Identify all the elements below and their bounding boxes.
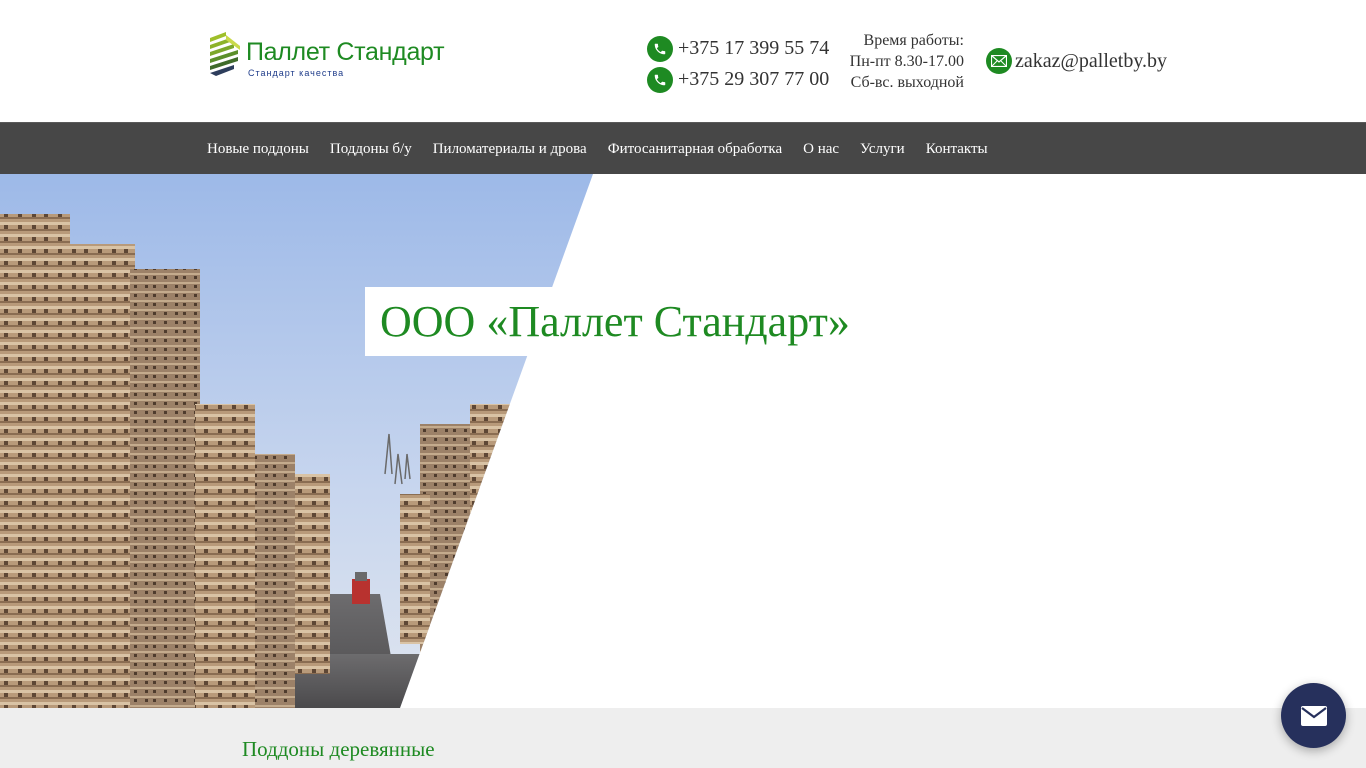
email-link[interactable]: zakaz@palletby.by	[1015, 50, 1167, 73]
phone-number[interactable]: +375 17 399 55 74	[678, 37, 829, 60]
nav-item-used-pallets[interactable]: Поддоны б/у	[330, 141, 412, 158]
contact-fab-button[interactable]	[1281, 683, 1346, 748]
phone-icon	[647, 66, 673, 93]
section-title: Поддоны деревянные	[242, 737, 435, 761]
nav-item-lumber[interactable]: Пиломатериалы и дрова	[433, 141, 587, 158]
logo[interactable]: Паллет Стандарт Стандарт качества	[208, 30, 448, 82]
phone-row[interactable]: +375 17 399 55 74	[647, 33, 829, 64]
working-hours: Время работы: Пн-пт 8.30-17.00 Сб-вс. вы…	[838, 30, 964, 93]
phone-icon	[647, 35, 673, 62]
hero-title-box: ООО «Паллет Стандарт»	[365, 287, 865, 356]
nav-item-services[interactable]: Услуги	[860, 141, 905, 158]
nav-item-about[interactable]: О нас	[803, 141, 839, 158]
nav-item-new-pallets[interactable]: Новые поддоны	[207, 141, 309, 158]
nav-item-phytosanitary[interactable]: Фитосанитарная обработка	[608, 141, 782, 158]
products-section: Поддоны деревянные	[0, 708, 1366, 768]
phone-list: +375 17 399 55 74 +375 29 307 77 00	[647, 33, 829, 95]
hero-title: ООО «Паллет Стандарт»	[380, 297, 850, 346]
main-nav: Новые поддоны Поддоны б/у Пиломатериалы …	[0, 122, 1366, 174]
nav-item-contacts[interactable]: Контакты	[926, 141, 988, 158]
hours-weekend: Сб-вс. выходной	[850, 74, 964, 91]
logo-mark-icon	[210, 32, 240, 76]
hours-weekdays: Пн-пт 8.30-17.00	[849, 53, 964, 70]
phone-row[interactable]: +375 29 307 77 00	[647, 64, 829, 95]
hero-pallet-yard-image	[0, 174, 593, 708]
envelope-icon	[1300, 705, 1327, 726]
envelope-icon	[986, 48, 1012, 74]
hero-banner: ООО «Паллет Стандарт»	[0, 174, 1366, 708]
phone-number[interactable]: +375 29 307 77 00	[678, 68, 829, 91]
email-contact[interactable]: zakaz@palletby.by	[986, 48, 1167, 74]
hours-title: Время работы:	[863, 32, 964, 49]
logo-tagline: Стандарт качества	[248, 68, 345, 78]
logo-name: Паллет Стандарт	[246, 38, 445, 66]
site-header: Паллет Стандарт Стандарт качества +375 1…	[0, 0, 1366, 122]
